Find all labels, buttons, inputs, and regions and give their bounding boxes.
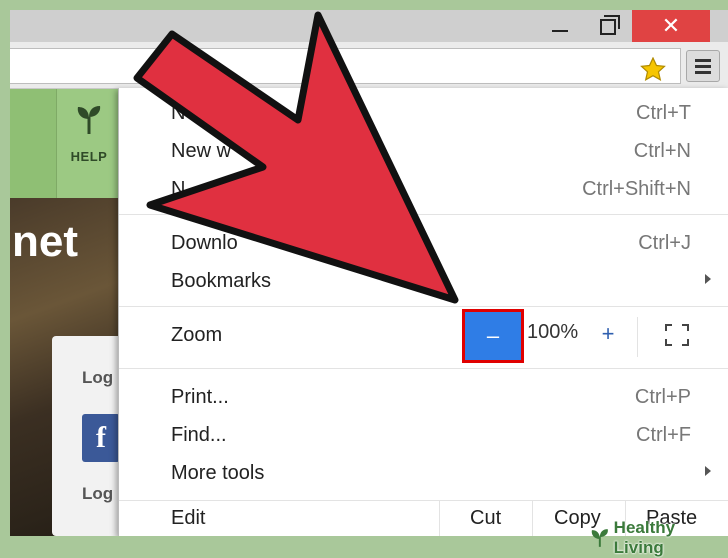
menu-item-shortcut: Ctrl+N: [633, 140, 691, 162]
menu-item-new-window[interactable]: New w Ctrl+N: [119, 132, 728, 170]
menu-item-find[interactable]: Find... Ctrl+F: [119, 416, 728, 454]
nav-help-label: HELP: [70, 149, 108, 164]
menu-item-downloads[interactable]: Downlo Ctrl+J: [119, 224, 728, 262]
zoom-divider: [637, 317, 638, 357]
close-button[interactable]: ✕: [632, 10, 710, 42]
hamburger-icon-bar: [695, 64, 711, 68]
watermark: Healthy Living: [590, 518, 728, 558]
menu-item-label: N: [171, 102, 186, 124]
zoom-level: 100%: [527, 321, 579, 343]
submenu-arrow-icon: [705, 274, 711, 284]
menu-item-label: Bookmarks: [171, 270, 272, 292]
plant-icon: [77, 106, 101, 134]
cut-label: Cut: [470, 507, 502, 529]
zoom-out-button[interactable]: –: [462, 309, 524, 363]
restore-icon: [600, 15, 620, 35]
menu-item-new-incognito-window[interactable]: N Ctrl+Shift+N: [119, 170, 728, 208]
menu-item-label: N: [171, 178, 186, 200]
browser-toolbar: [10, 42, 728, 89]
nav-help-tile[interactable]: HELP: [56, 89, 121, 198]
menu-item-print[interactable]: Print... Ctrl+P: [119, 378, 728, 416]
watermark-text: Healthy Living: [613, 518, 676, 557]
menu-item-shortcut: Ctrl+Shift+N: [582, 178, 691, 200]
title-bar: ✕: [10, 10, 728, 42]
menu-item-label: More tools: [171, 462, 265, 484]
maximize-button[interactable]: [584, 10, 632, 42]
hamburger-icon-bar: [695, 70, 711, 74]
chrome-main-menu: N Ctrl+T New w Ctrl+N N Ctrl+Shift+N Dow…: [118, 88, 728, 536]
cut-button[interactable]: Cut: [439, 501, 533, 536]
submenu-arrow-icon: [705, 466, 711, 476]
minimize-icon: [552, 30, 568, 32]
browser-window: ✕ HELP net Log f Log N Ctrl+T New w Ctrl…: [10, 10, 728, 536]
menu-item-shortcut: Ctrl+P: [634, 386, 691, 408]
minimize-button[interactable]: [536, 10, 584, 42]
menu-item-shortcut: Ctrl+J: [638, 232, 691, 254]
menu-item-label: Downlo: [171, 232, 238, 254]
fullscreen-icon[interactable]: [664, 323, 690, 347]
menu-item-new-tab[interactable]: N Ctrl+T: [119, 94, 728, 132]
hero-title: net: [12, 217, 78, 266]
hamburger-icon-bar: [695, 58, 711, 62]
menu-item-shortcut: Ctrl+F: [636, 424, 691, 446]
zoom-row: Zoom – 100% +: [119, 307, 728, 367]
close-icon: ✕: [661, 13, 681, 38]
zoom-in-button[interactable]: +: [593, 319, 623, 349]
chrome-menu-button[interactable]: [686, 50, 720, 82]
menu-separator: [119, 214, 728, 215]
zoom-label: Zoom: [171, 324, 223, 346]
menu-item-shortcut: Ctrl+T: [636, 102, 691, 124]
address-bar[interactable]: [10, 48, 681, 84]
menu-item-more-tools[interactable]: More tools: [119, 454, 728, 492]
login-label: Log: [82, 368, 114, 387]
menu-item-label: Print...: [171, 386, 229, 408]
menu-item-bookmarks[interactable]: Bookmarks: [119, 262, 728, 300]
facebook-icon[interactable]: f: [82, 414, 120, 462]
leaf-icon: [591, 529, 608, 547]
login-label: Log: [82, 484, 114, 503]
menu-separator: [119, 368, 728, 369]
menu-item-label: New w: [171, 140, 232, 162]
bookmark-star-icon[interactable]: [640, 57, 666, 81]
menu-item-label: Find...: [171, 424, 227, 446]
edit-label: Edit: [171, 507, 206, 529]
